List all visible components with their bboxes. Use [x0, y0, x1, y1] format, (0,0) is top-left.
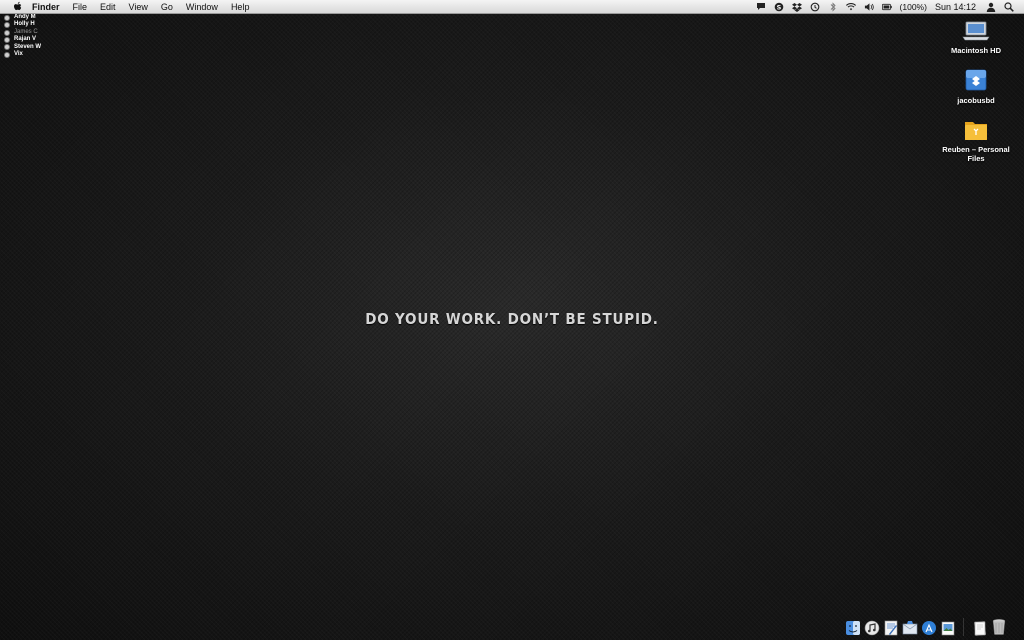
- textedit-icon[interactable]: [882, 618, 899, 636]
- preview-icon[interactable]: [939, 618, 956, 636]
- volume-icon[interactable]: [864, 2, 874, 12]
- menu-window[interactable]: Window: [186, 2, 218, 12]
- buddy-item[interactable]: Vix: [4, 51, 41, 58]
- menubar-clock[interactable]: Sun 14:12: [935, 2, 976, 12]
- buddy-item[interactable]: Holly H: [4, 21, 41, 29]
- battery-icon[interactable]: [881, 2, 892, 12]
- buddy-name: Steven W: [14, 43, 42, 50]
- menu-help[interactable]: Help: [231, 2, 250, 12]
- buddy-item[interactable]: James C: [4, 29, 41, 36]
- status-dot-icon: [4, 14, 10, 21]
- finder-icon[interactable]: [844, 618, 861, 636]
- trash-icon[interactable]: [990, 618, 1007, 636]
- menu-extras: S (100%) Sun 14:12: [752, 0, 1018, 13]
- buddy-name: James C: [14, 28, 38, 35]
- time-machine-icon[interactable]: [810, 2, 820, 12]
- buddy-list: Andy M Holly H James C Rajan V Steven W …: [4, 14, 41, 58]
- mail-icon[interactable]: [901, 618, 918, 636]
- dock: [843, 612, 1008, 636]
- menu-file[interactable]: File: [73, 2, 88, 12]
- buddy-item[interactable]: Rajan V: [4, 36, 41, 43]
- apple-menu-icon[interactable]: [12, 1, 24, 13]
- wifi-icon[interactable]: [845, 2, 856, 12]
- dock-separator: [963, 618, 964, 636]
- itunes-icon[interactable]: [863, 618, 880, 636]
- wallpaper-motto: DO YOUR WORK. DON’T BE STUPID.: [365, 310, 659, 328]
- skype-icon[interactable]: S: [774, 2, 784, 12]
- status-dot-icon: [4, 36, 10, 43]
- desktop-icon-reuben-personal-files[interactable]: Reuben – Personal Files: [936, 118, 1016, 163]
- desktop-icon-label: Reuben – Personal Files: [942, 145, 1010, 163]
- svg-text:S: S: [776, 3, 781, 11]
- spotlight-search-icon[interactable]: [1004, 1, 1014, 12]
- status-dot-icon: [4, 44, 10, 51]
- user-icon[interactable]: [986, 2, 996, 12]
- buddy-name: Andy M: [14, 14, 36, 20]
- documents-stack-icon[interactable]: [971, 618, 988, 636]
- buddy-name: Rajan V: [14, 36, 37, 43]
- dropbox-icon[interactable]: [791, 2, 802, 12]
- desktop-icon-label: jacobusbd: [957, 96, 995, 105]
- menu-go[interactable]: Go: [161, 2, 173, 12]
- status-dot-icon: [4, 22, 10, 29]
- desktop-icon-label: Macintosh HD: [950, 46, 1001, 55]
- network-volume-icon: [962, 69, 990, 93]
- hard-drive-icon: [962, 19, 990, 43]
- app-store-icon[interactable]: [920, 618, 937, 636]
- desktop-icon-macintosh-hd[interactable]: Macintosh HD: [936, 19, 1016, 55]
- menu-finder[interactable]: Finder: [32, 2, 60, 12]
- bluetooth-icon[interactable]: [828, 1, 838, 12]
- desktop-icon-jacobusbd[interactable]: jacobusbd: [936, 69, 1016, 105]
- chat-icon[interactable]: [756, 2, 766, 12]
- status-dot-icon: [4, 51, 10, 58]
- buddy-item[interactable]: Steven W: [4, 44, 41, 51]
- battery-percent: (100%): [899, 1, 927, 12]
- buddy-item[interactable]: Andy M: [4, 14, 41, 21]
- menu-edit[interactable]: Edit: [100, 2, 116, 12]
- menu-view[interactable]: View: [129, 2, 148, 12]
- menu-bar: Finder File Edit View Go Window Help S (…: [0, 0, 1024, 14]
- shared-folder-icon: [962, 118, 990, 142]
- buddy-name: Vix: [14, 51, 23, 58]
- buddy-name: Holly H: [14, 21, 35, 28]
- status-dot-icon: [4, 29, 10, 36]
